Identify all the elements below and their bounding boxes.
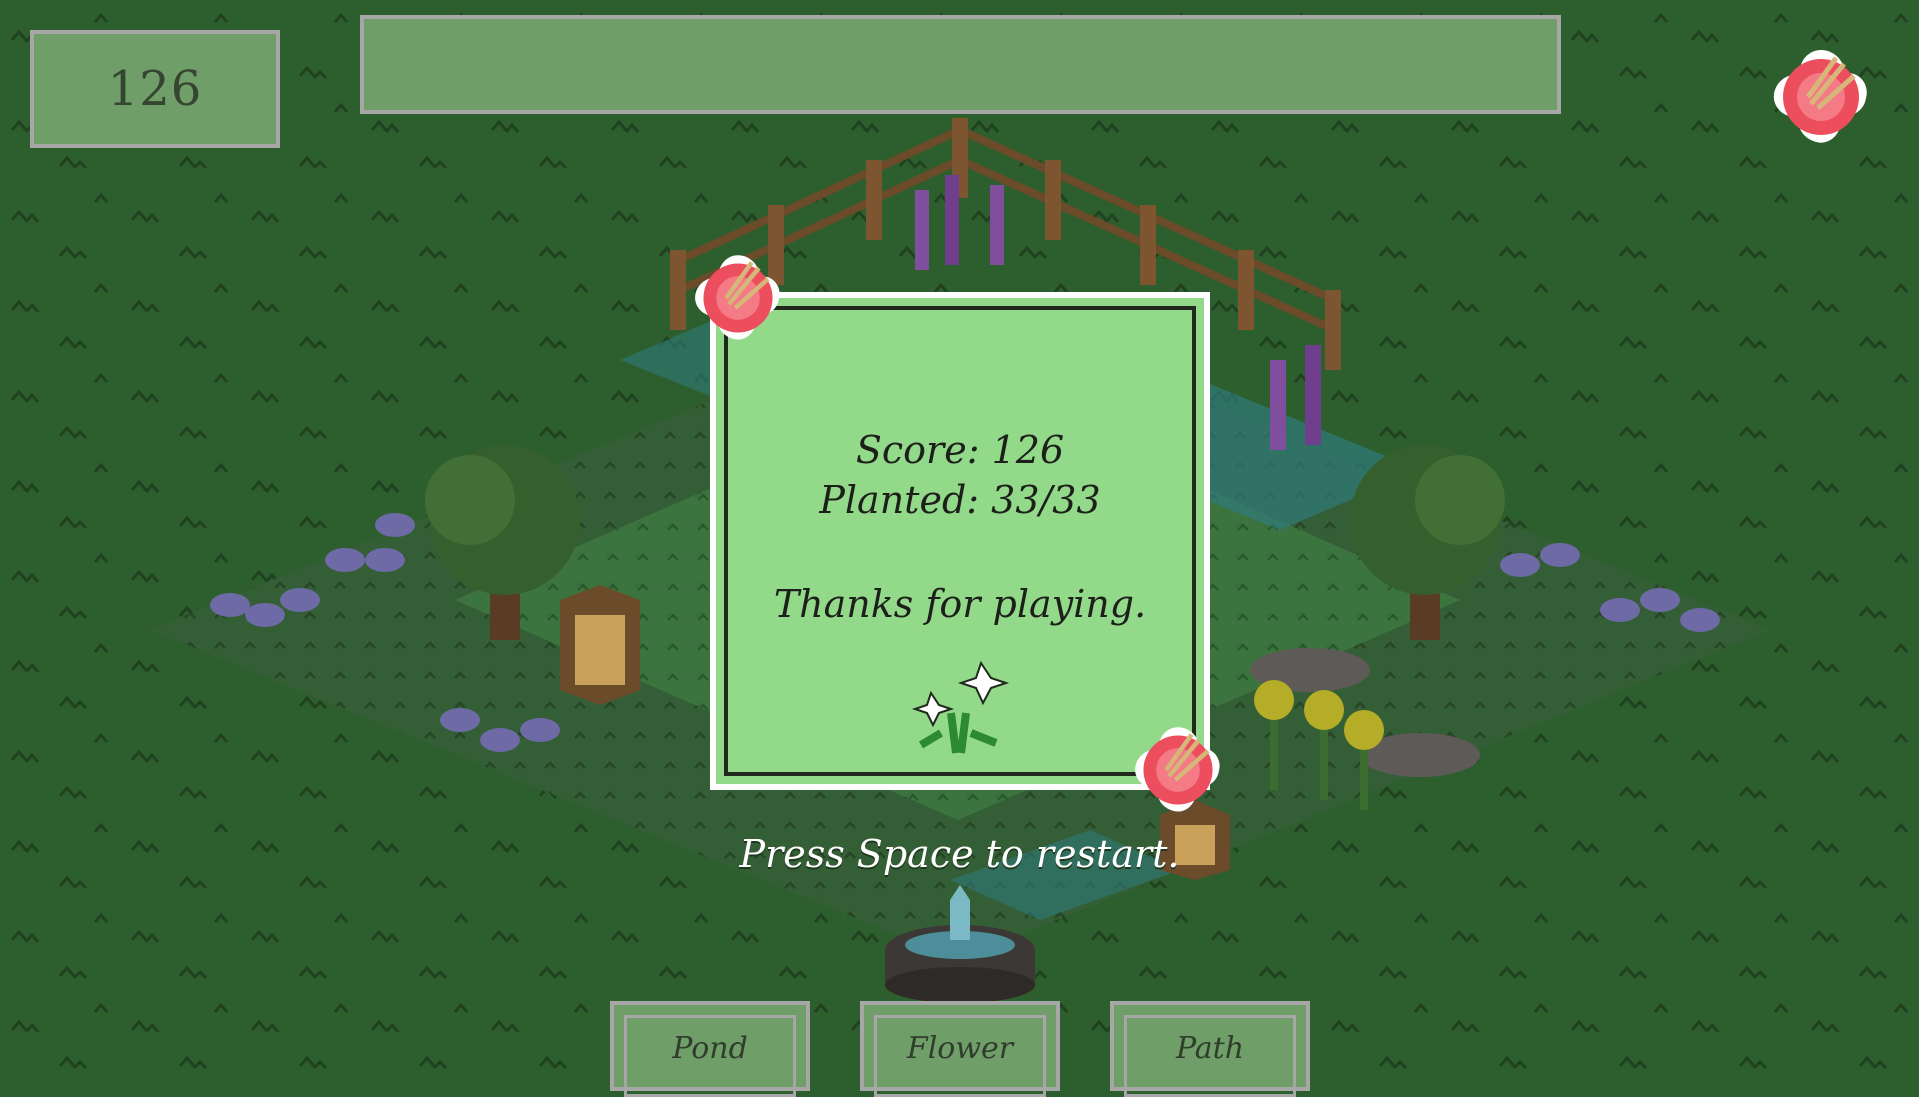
hibiscus-icon xyxy=(695,255,780,340)
pond-button[interactable]: Pond xyxy=(610,1001,810,1097)
path-button-label: Path xyxy=(1175,1031,1245,1066)
lantern-left xyxy=(560,585,640,705)
game-over-dialog: Score: 126 Planted: 33/33 Thanks for pla… xyxy=(710,292,1210,790)
planted-count-text: Planted: 33/33 xyxy=(819,478,1101,522)
final-score-text: Score: 126 xyxy=(855,428,1065,472)
flower-button-label: Flower xyxy=(906,1031,1014,1066)
hibiscus-icon xyxy=(1773,50,1867,143)
score-counter-value: 126 xyxy=(107,61,203,117)
progress-bar xyxy=(360,15,1561,114)
pond-button-label: Pond xyxy=(672,1031,748,1066)
path-button[interactable]: Path xyxy=(1110,1001,1310,1097)
score-counter-panel: 126 xyxy=(30,30,280,148)
lily-icon xyxy=(911,660,1010,754)
flower-button[interactable]: Flower xyxy=(860,1001,1060,1097)
thanks-message: Thanks for playing. xyxy=(773,582,1147,626)
hibiscus-icon xyxy=(1135,727,1220,812)
restart-hint: Press Space to restart. xyxy=(739,832,1180,876)
